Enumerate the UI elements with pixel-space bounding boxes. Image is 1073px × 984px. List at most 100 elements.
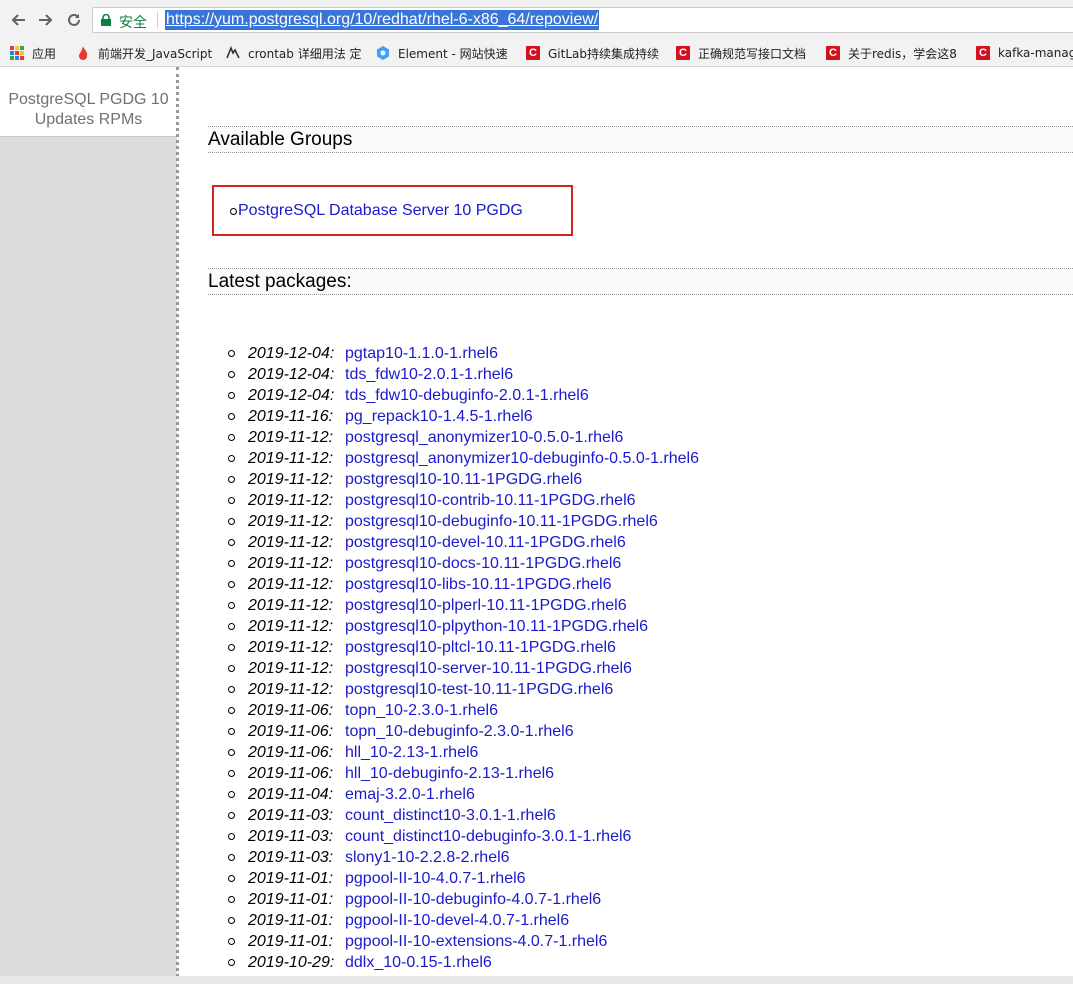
package-link[interactable]: postgresql10-plperl-10.11-1PGDG.rhel6 [345, 595, 627, 616]
bullet-icon [228, 371, 235, 378]
element-icon [376, 46, 390, 60]
groups-heading: Available Groups [208, 126, 1073, 153]
package-date: 2019-11-01: [248, 912, 334, 929]
packages-heading: Latest packages: [208, 268, 1073, 295]
package-link[interactable]: ddlx_10-0.15-1.rhel6 [345, 952, 492, 973]
bookmark-label: crontab 详细用法 定 [248, 46, 362, 61]
package-date: 2019-11-12: [248, 492, 334, 509]
bookmark-api-docs[interactable]: C 正确规范写接口文档 [676, 44, 812, 62]
package-link[interactable]: pgtap10-1.1.0-1.rhel6 [345, 343, 498, 364]
bookmark-element[interactable]: Element - 网站快速 [376, 44, 512, 62]
bullet-icon [228, 917, 235, 924]
package-date: 2019-11-12: [248, 618, 334, 635]
bullet-icon [228, 686, 235, 693]
bullet-icon [228, 623, 235, 630]
package-link[interactable]: pgpool-II-10-devel-4.0.7-1.rhel6 [345, 910, 569, 931]
package-date: 2019-11-16: [248, 408, 334, 425]
address-bar[interactable]: 安全 https://yum.postgresql.org/10/redhat/… [92, 7, 1073, 33]
forward-arrow-icon[interactable] [34, 8, 58, 32]
package-date: 2019-11-06: [248, 723, 334, 740]
wolf-icon [226, 46, 240, 60]
package-date: 2019-11-12: [248, 471, 334, 488]
bookmark-kafka[interactable]: C kafka-manag [976, 44, 1073, 62]
package-date: 2019-11-12: [248, 450, 334, 467]
package-link[interactable]: postgresql10-debuginfo-10.11-1PGDG.rhel6 [345, 511, 658, 532]
bookmark-label: GitLab持续集成持续 [548, 46, 659, 61]
sidebar-title: PostgreSQL PGDG 10 Updates RPMs [0, 67, 177, 137]
package-date: 2019-11-12: [248, 639, 334, 656]
address-divider [157, 12, 158, 28]
package-link[interactable]: postgresql_anonymizer10-debuginfo-0.5.0-… [345, 448, 699, 469]
package-link[interactable]: tds_fdw10-2.0.1-1.rhel6 [345, 364, 513, 385]
package-link[interactable]: postgresql10-docs-10.11-1PGDG.rhel6 [345, 553, 621, 574]
group-link[interactable]: PostgreSQL Database Server 10 PGDG [238, 202, 523, 220]
csdn-icon: C [526, 46, 540, 60]
package-link[interactable]: postgresql10-devel-10.11-1PGDG.rhel6 [345, 532, 626, 553]
package-link[interactable]: postgresql10-pltcl-10.11-1PGDG.rhel6 [345, 637, 616, 658]
package-link[interactable]: postgresql10-libs-10.11-1PGDG.rhel6 [345, 574, 612, 595]
package-link[interactable]: emaj-3.2.0-1.rhel6 [345, 784, 475, 805]
package-link[interactable]: count_distinct10-3.0.1-1.rhel6 [345, 805, 556, 826]
bookmark-gitlab[interactable]: C GitLab持续集成持续 [526, 44, 662, 62]
bookmark-apps[interactable]: 应用 [10, 44, 70, 62]
horizontal-scrollbar[interactable] [0, 976, 1073, 984]
package-date: 2019-11-06: [248, 744, 334, 761]
reload-icon[interactable] [62, 8, 86, 32]
sidebar: PostgreSQL PGDG 10 Updates RPMs [0, 67, 177, 984]
bullet-icon [228, 959, 235, 966]
bullet-icon [228, 476, 235, 483]
package-link[interactable]: pgpool-II-10-4.0.7-1.rhel6 [345, 868, 526, 889]
url-text[interactable]: https://yum.postgresql.org/10/redhat/rhe… [165, 10, 600, 30]
bullet-icon [228, 392, 235, 399]
bookmark-label: kafka-manag [998, 46, 1073, 60]
secure-label: 安全 [119, 15, 147, 31]
bookmark-label: 应用 [32, 46, 57, 61]
package-link[interactable]: postgresql10-test-10.11-1PGDG.rhel6 [345, 679, 613, 700]
package-link[interactable]: postgresql_anonymizer10-0.5.0-1.rhel6 [345, 427, 623, 448]
back-arrow-icon[interactable] [6, 8, 30, 32]
package-link[interactable]: count_distinct10-debuginfo-3.0.1-1.rhel6 [345, 826, 631, 847]
lock-icon [101, 14, 111, 26]
package-date: 2019-11-03: [248, 828, 334, 845]
package-link[interactable]: pgpool-II-10-debuginfo-4.0.7-1.rhel6 [345, 889, 601, 910]
package-link[interactable]: topn_10-2.3.0-1.rhel6 [345, 700, 498, 721]
package-date: 2019-11-12: [248, 660, 334, 677]
bookmark-frontend-dev[interactable]: 前端开发_JavaScript [76, 44, 212, 62]
package-link[interactable]: tds_fdw10-debuginfo-2.0.1-1.rhel6 [345, 385, 589, 406]
bullet-icon [228, 560, 235, 567]
bullet-icon [228, 707, 235, 714]
package-link[interactable]: topn_10-debuginfo-2.3.0-1.rhel6 [345, 721, 574, 742]
package-link[interactable]: postgresql10-server-10.11-1PGDG.rhel6 [345, 658, 632, 679]
bullet-icon [228, 350, 235, 357]
bullet-icon [228, 518, 235, 525]
package-link[interactable]: postgresql10-10.11-1PGDG.rhel6 [345, 469, 582, 490]
bookmark-label: 正确规范写接口文档 [698, 46, 807, 61]
bookmark-redis[interactable]: C 关于redis，学会这8 [826, 44, 962, 62]
package-link[interactable]: pgpool-II-10-extensions-4.0.7-1.rhel6 [345, 931, 607, 952]
package-link[interactable]: postgresql10-contrib-10.11-1PGDG.rhel6 [345, 490, 636, 511]
bullet-icon [228, 434, 235, 441]
bookmark-label: Element - 网站快速 [398, 46, 508, 61]
bookmarks-bar: 应用 前端开发_JavaScript crontab 详细用法 定 Elemen… [0, 40, 1073, 67]
package-link[interactable]: pg_repack10-1.4.5-1.rhel6 [345, 406, 533, 427]
package-date: 2019-11-01: [248, 933, 334, 950]
sidebar-title-line1: PostgreSQL PGDG 10 [8, 91, 169, 108]
bullet-icon [228, 749, 235, 756]
package-link[interactable]: postgresql10-plpython-10.11-1PGDG.rhel6 [345, 616, 648, 637]
csdn-icon: C [976, 46, 990, 60]
package-date: 2019-11-06: [248, 702, 334, 719]
package-link[interactable]: slony1-10-2.2.8-2.rhel6 [345, 847, 510, 868]
csdn-icon: C [826, 46, 840, 60]
package-link[interactable]: hll_10-debuginfo-2.13-1.rhel6 [345, 763, 554, 784]
fire-icon [76, 46, 90, 60]
bullet-icon [228, 413, 235, 420]
bullet-icon [228, 791, 235, 798]
package-date: 2019-11-03: [248, 849, 334, 866]
package-date: 2019-11-03: [248, 807, 334, 824]
bullet-icon [228, 539, 235, 546]
package-date: 2019-12-04: [248, 366, 335, 383]
package-link[interactable]: hll_10-2.13-1.rhel6 [345, 742, 478, 763]
package-date: 2019-11-12: [248, 429, 334, 446]
package-date: 2019-10-29: [248, 954, 335, 971]
bookmark-crontab[interactable]: crontab 详细用法 定 [226, 44, 364, 62]
